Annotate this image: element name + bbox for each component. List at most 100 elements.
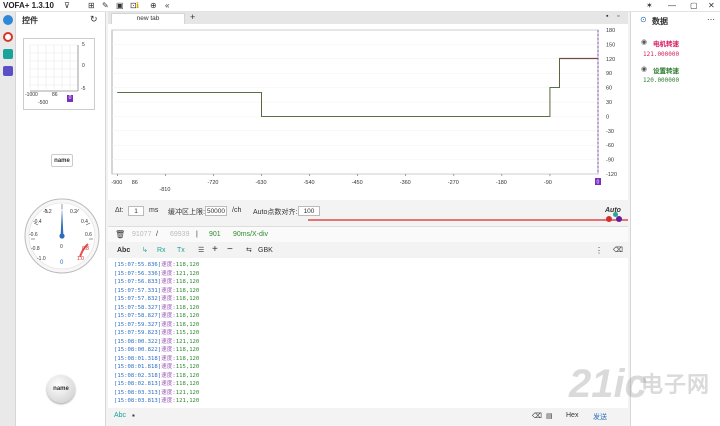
encoding-label[interactable]: GBK [258, 247, 273, 254]
record-icon[interactable] [3, 32, 13, 42]
log-value: 121,120 [175, 398, 200, 404]
connection-icon[interactable] [3, 15, 13, 25]
dial-value: 0 [60, 260, 64, 266]
eye-icon[interactable]: ◉ [641, 38, 647, 46]
add-tab-button[interactable]: + [190, 12, 195, 22]
xy-plot-widget[interactable]: 5 0 -5 -1000 86 -500 0 [23, 38, 95, 110]
log-timestamp: [15:07:59.823] [114, 330, 162, 336]
y-tick-label: -120 [606, 172, 617, 178]
zoom-in-button[interactable]: + [212, 244, 218, 255]
buffer-input[interactable]: 50000 [205, 206, 227, 216]
screenshot-icon[interactable]: ▣ [116, 1, 124, 10]
plot-canvas[interactable]: 1801501209060300-30-60-90-120-900-810-72… [108, 24, 628, 200]
x-extra-label: 86 [132, 180, 138, 186]
controls-panel: 控件 ↻ 5 0 -5 -1000 86 -500 0 name -0.2 -0… [16, 12, 106, 426]
collapse-icon[interactable]: « [165, 1, 169, 10]
more-options-icon[interactable]: ⋯ [707, 15, 715, 24]
file-icon[interactable]: ▪ [132, 411, 135, 420]
abc-send-button[interactable]: Abc [114, 412, 126, 419]
dial-tick: 0.6 [85, 232, 92, 238]
slider-handle-red[interactable] [606, 216, 612, 222]
slider-handle-purple[interactable] [616, 216, 622, 222]
log-value: 115,120 [175, 364, 200, 370]
log-line: [15:07:58.827]速度:118,120 [114, 311, 199, 319]
x-tick-label: -360 [400, 180, 411, 186]
zoom-out-button[interactable]: − [227, 244, 233, 255]
name-button-2[interactable]: name [47, 375, 75, 403]
dial-tick: 0.4 [81, 219, 88, 225]
rx-toggle[interactable]: Rx [157, 247, 166, 254]
auto-align-spinbox[interactable]: 100 [298, 206, 320, 216]
log-line: [15:08:03.813]速度:121,120 [114, 396, 199, 404]
grid-icon[interactable]: ⊞ [88, 1, 95, 10]
log-label: 速度: [161, 398, 176, 404]
log-toolbar: Abc ↳ Rx Tx ☰ + − ⇆ GBK ⋮ ⌫ [108, 244, 628, 258]
stats-separator: | [196, 231, 198, 238]
trash-icon[interactable]: 🗑 [115, 230, 125, 239]
tx-toggle[interactable]: Tx [177, 247, 185, 254]
log-timestamp: [15:08:02.318] [114, 372, 162, 379]
dt-spinbox[interactable]: 1 [128, 206, 144, 216]
tab-new-tab[interactable]: new tab [111, 13, 185, 24]
info-icon[interactable]: ℹ [136, 1, 139, 10]
dial-tick: -1.0 [37, 256, 46, 262]
log-label: 速度: [161, 364, 176, 370]
log-timestamp: [15:08:01.318] [114, 355, 162, 362]
send-bar: Abc ▪ ⌫ ▤ Hex 发送 [108, 408, 628, 426]
log-timestamp: [15:08:02.813] [114, 381, 162, 387]
eye-icon[interactable]: ◉ [641, 65, 647, 73]
dial-widget[interactable]: -0.2 -0.4 -0.6 -0.8 -1.0 0.2 0.4 0.6 0.8… [23, 197, 101, 275]
close-button[interactable]: ✕ [708, 1, 715, 10]
log-line: [15:07:58.327]速度:118,120 [114, 303, 199, 311]
log-line: [15:07:55.836]速度:118,120 [114, 260, 199, 268]
xy-xtick: 86 [52, 92, 58, 98]
globe-icon[interactable]: ⊕ [150, 1, 157, 10]
log-label: 速度: [161, 304, 176, 311]
dial-tick: -0.6 [29, 232, 38, 238]
pin-icon[interactable]: ✶ [646, 1, 653, 10]
log-label: 速度: [161, 321, 176, 328]
y-tick-label: 120 [606, 57, 615, 63]
serial-log[interactable]: [15:07:55.836]速度:118,120 [15:07:56.336]速度… [108, 258, 628, 408]
data-icon: ⊙ [640, 15, 647, 24]
lock-icon[interactable]: ▪ [606, 13, 608, 20]
name-button-1[interactable]: name [51, 154, 73, 167]
hex-mode[interactable]: Hex [566, 412, 578, 419]
log-label: 速度: [161, 296, 176, 302]
log-value: 115,120 [175, 330, 200, 336]
slider-handle-teal[interactable] [613, 212, 618, 217]
signal-icon[interactable]: ↳ [142, 246, 148, 254]
log-value: 118,120 [175, 279, 200, 285]
log-label: 速度: [161, 389, 176, 396]
channel-value-1: 121.000000 [643, 51, 680, 58]
minimize-button[interactable]: — [668, 1, 676, 10]
send-button[interactable]: 发送 [593, 412, 607, 422]
log-value: 118,120 [175, 262, 200, 268]
auto-align-label: Auto点数对齐: [253, 209, 298, 216]
dial-tick: -0.8 [31, 246, 40, 252]
waveform-plot[interactable]: 180 150 120 90 60 30 0 -30 -60 -90 -120 -900 -810 -72… [108, 24, 628, 200]
clear-icon[interactable]: ⌫ [613, 246, 623, 254]
buffer-unit: /ch [232, 207, 242, 214]
more-button[interactable]: ⋮ [595, 246, 603, 255]
plugin-icon[interactable]: ⊽ [64, 1, 70, 10]
stats-separator: / [156, 231, 158, 238]
restore-icon[interactable]: ▫ [617, 13, 619, 20]
total-count: 69939 [170, 231, 190, 238]
y-tick-label: -90 [606, 158, 614, 164]
log-timestamp: [15:07:59.327] [114, 321, 162, 328]
abc-button[interactable]: Abc [117, 247, 130, 254]
log-line: [15:07:59.327]速度:118,120 [114, 320, 199, 328]
wrench-icon[interactable]: ✎ [102, 1, 109, 10]
menu-icon[interactable] [3, 49, 13, 59]
refresh-icon[interactable]: ↻ [90, 14, 98, 25]
x-tick-label: -270 [448, 180, 459, 186]
wrap-icon[interactable]: ☰ [198, 246, 204, 254]
document-icon[interactable]: ▤ [546, 412, 553, 420]
log-line: [15:07:56.336]速度:121,120 [114, 269, 199, 277]
widgets-icon[interactable] [3, 66, 13, 76]
channel-name-1: 电机转速 [653, 41, 679, 48]
maximize-button[interactable]: ▢ [690, 1, 698, 10]
time-slider-track[interactable] [308, 219, 628, 221]
eraser-icon[interactable]: ⌫ [532, 412, 542, 420]
